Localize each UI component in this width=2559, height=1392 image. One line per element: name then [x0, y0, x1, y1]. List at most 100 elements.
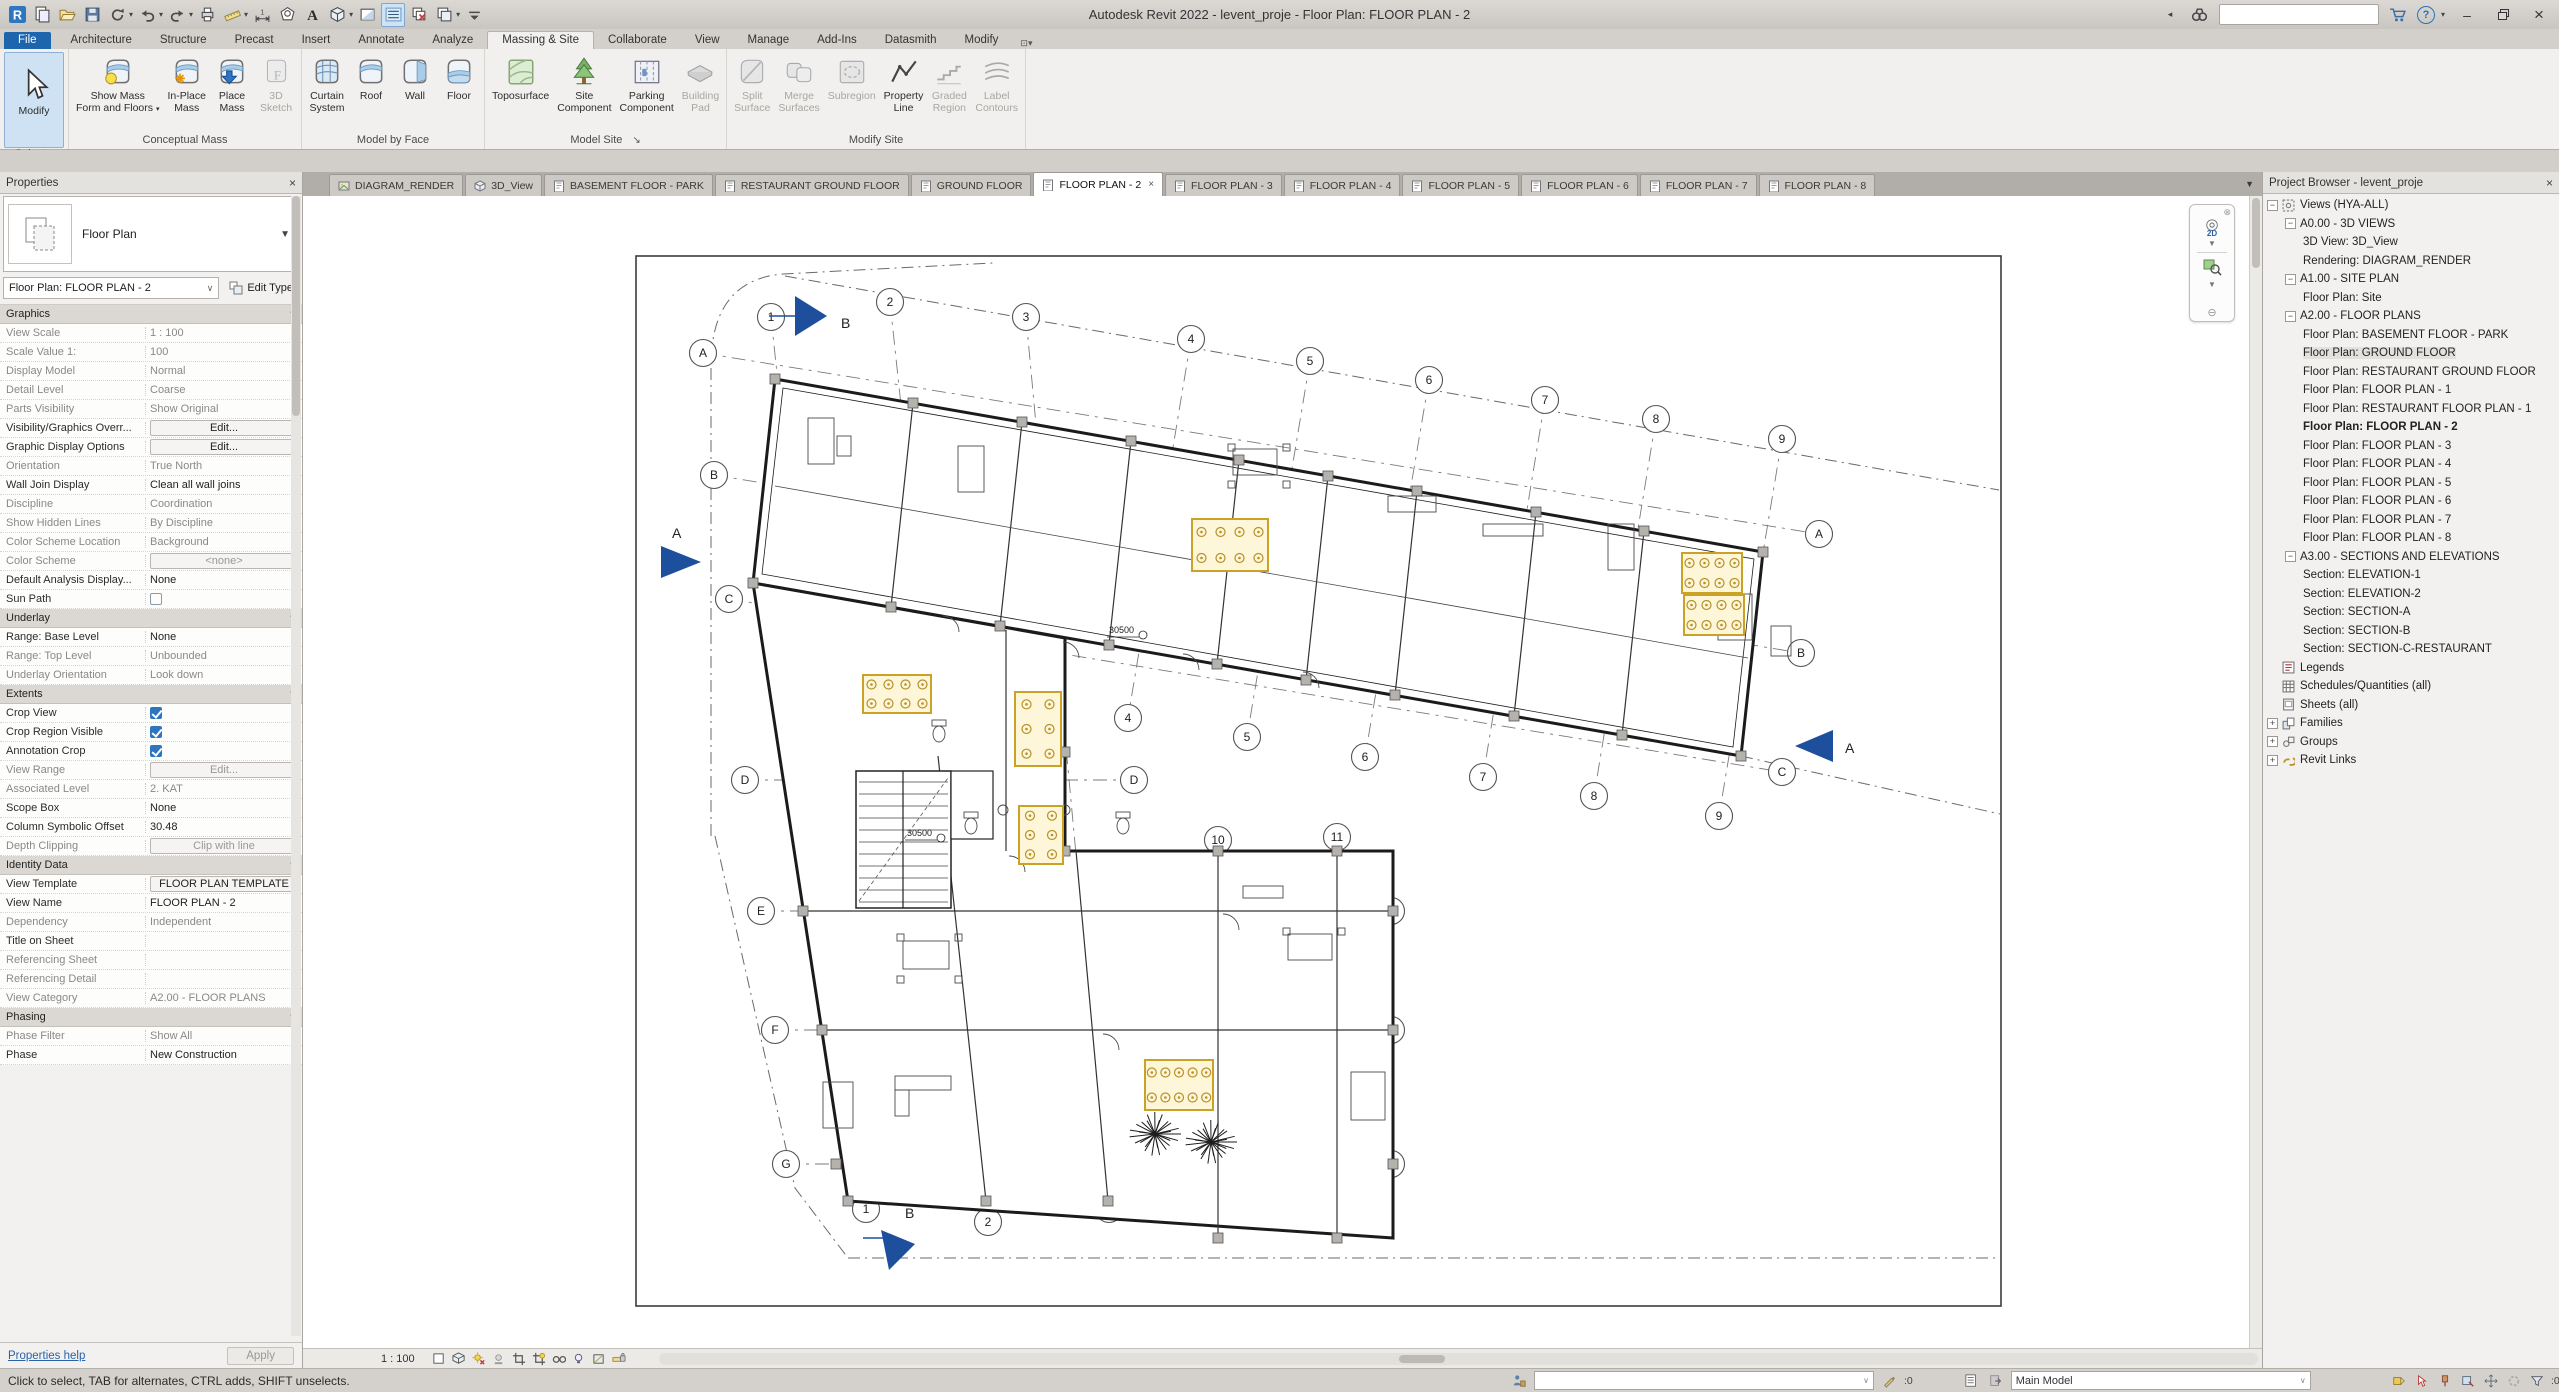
property-row-detail-level[interactable]: Detail Level Coarse	[0, 381, 302, 400]
tree-expand-icon[interactable]: −	[2285, 310, 2296, 322]
checkbox[interactable]	[150, 707, 162, 719]
property-row-visibility-graphics-overr-[interactable]: Visibility/Graphics Overr... Edit...	[0, 419, 302, 438]
view-tab-floor-plan-5[interactable]: FLOOR PLAN - 5	[1402, 174, 1520, 196]
text-a-icon[interactable]: A	[301, 4, 323, 26]
detail-cube-icon[interactable]	[449, 1351, 469, 1367]
ribbon-tab-massing-site[interactable]: Massing & Site	[487, 31, 594, 49]
property-row-underlay-orientation[interactable]: Underlay Orientation Look down	[0, 666, 302, 685]
ribbon-tab-architecture[interactable]: Architecture	[57, 32, 146, 49]
undo-caret-icon[interactable]: ▾	[159, 10, 163, 19]
background-processes-icon[interactable]	[2505, 1373, 2523, 1389]
navbar-close-icon[interactable]: ⊗	[2223, 207, 2231, 218]
tree-item-section-section-a[interactable]: Section: SECTION-A	[2263, 603, 2559, 622]
section-header-underlay[interactable]: Underlay⌃	[0, 609, 302, 628]
file-doc-icon[interactable]	[31, 4, 53, 26]
cube-caret-icon[interactable]: ▾	[349, 10, 353, 19]
tree-item-floor-plan-basement-floor-park[interactable]: Floor Plan: BASEMENT FLOOR - PARK	[2263, 326, 2559, 345]
instance-type-dropdown[interactable]: Floor Plan: FLOOR PLAN - 2 ∨	[3, 277, 220, 299]
tree-item-section-elevation-2[interactable]: Section: ELEVATION-2	[2263, 585, 2559, 604]
view-tab-floor-plan-6[interactable]: FLOOR PLAN - 6	[1521, 174, 1638, 196]
place-mass-button[interactable]: Place Mass	[211, 52, 253, 116]
floor--button[interactable]: Floor	[438, 52, 480, 104]
roof--button[interactable]: Roof	[350, 52, 392, 104]
property-row-range-base-level[interactable]: Range: Base Level None	[0, 628, 302, 647]
ribbon-tab-manage[interactable]: Manage	[734, 32, 804, 49]
type-selector[interactable]: Floor Plan ▼	[3, 196, 299, 272]
drag-elements-icon[interactable]	[2482, 1373, 2500, 1389]
property-row-depth-clipping[interactable]: Depth Clipping Clip with line	[0, 837, 302, 856]
property-row-wall-join-display[interactable]: Wall Join Display Clean all wall joins	[0, 476, 302, 495]
tree-item-floor-plan-floor-plan-1[interactable]: Floor Plan: FLOOR PLAN - 1	[2263, 381, 2559, 400]
search-input[interactable]	[2218, 4, 2379, 25]
tree-item-floor-plan-floor-plan-8[interactable]: Floor Plan: FLOOR PLAN - 8	[2263, 529, 2559, 548]
design-option-dropdown[interactable]: Main Model ∨	[2010, 1371, 2311, 1390]
shadows-icon[interactable]	[489, 1351, 509, 1367]
property-row-discipline[interactable]: Discipline Coordination	[0, 495, 302, 514]
parking-component-button[interactable]: Parking Component	[617, 52, 677, 116]
help-caret-icon[interactable]: ▾	[2441, 10, 2445, 19]
tree-item-3d-view-3d-view[interactable]: 3D View: 3D_View	[2263, 233, 2559, 252]
property-row-color-scheme[interactable]: Color Scheme <none>	[0, 552, 302, 571]
property-row-orientation[interactable]: Orientation True North	[0, 457, 302, 476]
toposurface--button[interactable]: Toposurface	[489, 52, 552, 104]
tree-item-sheets-all-[interactable]: Sheets (all)	[2263, 696, 2559, 715]
tree-item-revit-links[interactable]: + Revit Links	[2263, 751, 2559, 770]
horizontal-scrollbar[interactable]	[658, 1352, 2258, 1365]
selection-filter-icon[interactable]	[2528, 1373, 2546, 1389]
temporary-hide-icon[interactable]	[569, 1351, 589, 1367]
project-browser-close-icon[interactable]: ×	[2546, 176, 2553, 190]
tree-item-floor-plan-floor-plan-2[interactable]: Floor Plan: FLOOR PLAN - 2	[2263, 418, 2559, 437]
property-row-annotation-crop[interactable]: Annotation Crop	[0, 742, 302, 761]
tree-expand-icon[interactable]: +	[2267, 736, 2278, 748]
tree-item-floor-plan-restaurant-floor-plan-1[interactable]: Floor Plan: RESTAURANT FLOOR PLAN - 1	[2263, 400, 2559, 419]
tree-item-floor-plan-floor-plan-7[interactable]: Floor Plan: FLOOR PLAN - 7	[2263, 511, 2559, 530]
dimension-icon[interactable]: 1	[251, 4, 273, 26]
tree-item-families[interactable]: + Families	[2263, 714, 2559, 733]
worksets-icon[interactable]	[1510, 1373, 1528, 1389]
navbar-collapse-icon[interactable]: ⊖	[2207, 306, 2216, 319]
tree-item-floor-plan-restaurant-ground-floor[interactable]: Floor Plan: RESTAURANT GROUND FLOOR	[2263, 363, 2559, 382]
design-options-icon[interactable]	[1963, 1373, 1981, 1389]
property-row-graphic-display-options[interactable]: Graphic Display Options Edit...	[0, 438, 302, 457]
property-row-default-analysis-display-[interactable]: Default Analysis Display... None	[0, 571, 302, 590]
search-prev-icon[interactable]: ◂	[2159, 4, 2181, 26]
active-only-filter-icon[interactable]	[1987, 1373, 2005, 1389]
ribbon-tab-file[interactable]: File	[4, 32, 51, 49]
tree-item-a3-00-sections-and-elevations[interactable]: − A3.00 - SECTIONS AND ELEVATIONS	[2263, 548, 2559, 567]
tree-item-floor-plan-floor-plan-6[interactable]: Floor Plan: FLOOR PLAN - 6	[2263, 492, 2559, 511]
section-header-extents[interactable]: Extents⌃	[0, 685, 302, 704]
properties-close-icon[interactable]: ×	[289, 176, 296, 190]
customize-caret-icon[interactable]	[463, 4, 485, 26]
property-row-show-hidden-lines[interactable]: Show Hidden Lines By Discipline	[0, 514, 302, 533]
tree-item-rendering-diagram-render[interactable]: Rendering: DIAGRAM_RENDER	[2263, 252, 2559, 271]
redo-icon[interactable]	[166, 4, 188, 26]
value-button[interactable]: <none>	[150, 553, 298, 569]
undo-icon[interactable]	[136, 4, 158, 26]
reveal-hidden-icon[interactable]	[549, 1351, 569, 1367]
cube-icon[interactable]	[326, 4, 348, 26]
view-tab-restaurant-ground-floor[interactable]: RESTAURANT GROUND FLOOR	[714, 174, 909, 196]
active-workset-dropdown[interactable]: ∨	[1534, 1371, 1874, 1390]
view-tab-floor-plan-3[interactable]: FLOOR PLAN - 3	[1165, 174, 1282, 196]
property-row-title-on-sheet[interactable]: Title on Sheet	[0, 932, 302, 951]
tree-item-a1-00-site-plan[interactable]: − A1.00 - SITE PLAN	[2263, 270, 2559, 289]
building-lower-wing[interactable]	[751, 581, 1395, 1240]
show-mass-form-and-floors-button[interactable]: Show Mass Form and Floors ▾	[73, 52, 162, 118]
select-elements-by-face-icon[interactable]	[2459, 1373, 2477, 1389]
editable-only-icon[interactable]	[1880, 1373, 1898, 1389]
ribbon-tab-precast[interactable]: Precast	[221, 32, 288, 49]
property-row-range-top-level[interactable]: Range: Top Level Unbounded	[0, 647, 302, 666]
tree-item-legends[interactable]: Legends	[2263, 659, 2559, 678]
tree-item-a2-00-floor-plans[interactable]: − A2.00 - FLOOR PLANS	[2263, 307, 2559, 326]
ribbon-tab-view[interactable]: View	[681, 32, 734, 49]
properties-scrollbar[interactable]	[291, 196, 301, 1336]
tree-item-floor-plan-floor-plan-3[interactable]: Floor Plan: FLOOR PLAN - 3	[2263, 437, 2559, 456]
app-store-cart-icon[interactable]	[2387, 4, 2409, 26]
modify-button[interactable]: Modify	[4, 52, 64, 148]
3d-sketch-button[interactable]: F 3D Sketch	[255, 52, 297, 116]
view-tab-diagram-render[interactable]: DIAGRAM_RENDER	[329, 174, 464, 196]
ribbon-tab-modify[interactable]: Modify	[951, 32, 1013, 49]
revit-logo-icon[interactable]: R	[6, 4, 28, 26]
sync-caret-icon[interactable]: ▾	[129, 10, 133, 19]
view-tab-floor-plan-4[interactable]: FLOOR PLAN - 4	[1283, 174, 1401, 196]
